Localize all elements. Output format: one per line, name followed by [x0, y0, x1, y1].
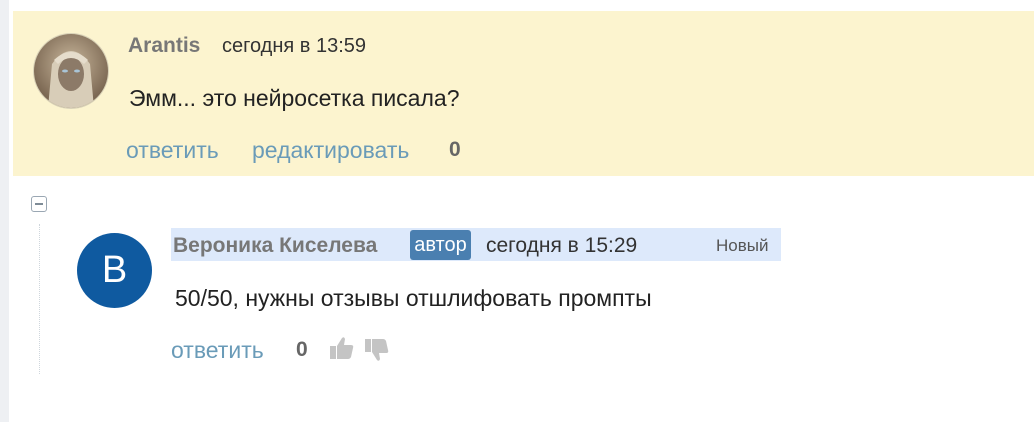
comment-text: 50/50, нужны отзывы отшлифовать промпты [175, 285, 652, 311]
avatar[interactable]: B [77, 233, 152, 308]
avatar[interactable] [34, 34, 108, 108]
reply-link[interactable]: ответить [171, 337, 264, 364]
author-badge: автор [410, 230, 471, 260]
comment-text: Эмм... это нейросетка писала? [129, 85, 460, 111]
comment-author[interactable]: Вероника Киселева [173, 234, 377, 258]
comment-score: 0 [296, 338, 308, 361]
new-label: Новый [716, 236, 769, 255]
comment-timestamp: сегодня в 13:59 [222, 35, 366, 57]
thread-line [39, 224, 40, 374]
reply-link[interactable]: ответить [126, 137, 219, 164]
comment-author[interactable]: Arantis [128, 34, 200, 58]
edit-link[interactable]: редактировать [252, 137, 409, 164]
comment-score: 0 [449, 138, 461, 161]
thumbs-up-icon[interactable] [329, 335, 355, 361]
comment-timestamp: сегодня в 15:29 [486, 234, 638, 257]
collapse-thread-icon[interactable] [31, 196, 47, 212]
thumbs-down-icon[interactable] [364, 337, 390, 363]
